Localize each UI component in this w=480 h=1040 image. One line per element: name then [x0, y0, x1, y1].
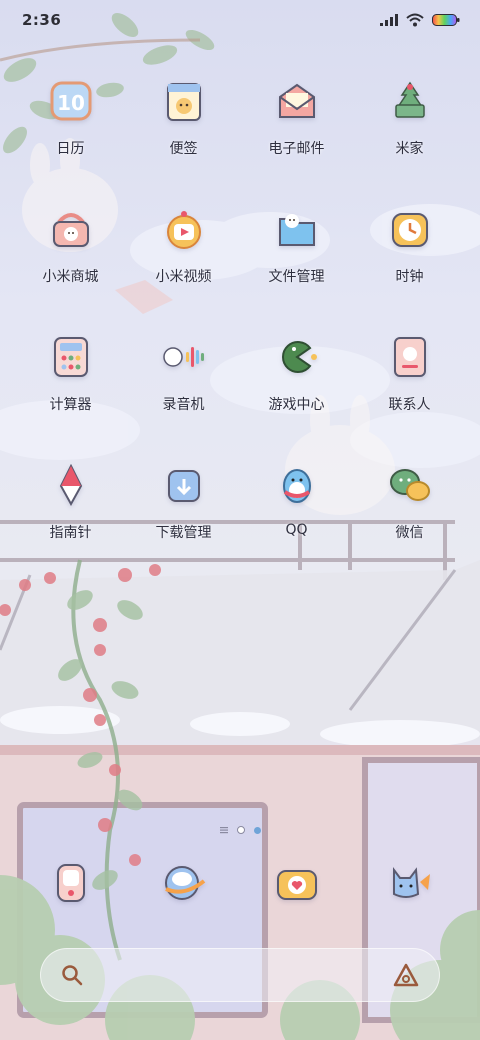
- app-label: 联系人: [388, 397, 431, 413]
- page-indicator[interactable]: [0, 824, 480, 836]
- calendar-day: 10: [57, 91, 85, 115]
- app-calendar[interactable]: 10 日历: [14, 78, 127, 206]
- notes-icon: [161, 78, 207, 124]
- contacts-icon: [387, 334, 433, 380]
- app-grid: 10 日历 便签 电子邮件 米家 小米商城 小米视频 文件管理 时钟 计算器 录…: [14, 78, 466, 590]
- app-label: 录音机: [162, 397, 205, 413]
- app-label: 文件管理: [268, 269, 325, 285]
- app-label: 小米视频: [155, 269, 212, 285]
- wifi-icon: [406, 13, 424, 27]
- calendar-icon: 10: [48, 78, 94, 124]
- app-mi-mall[interactable]: 小米商城: [14, 206, 127, 334]
- app-email[interactable]: 电子邮件: [240, 78, 353, 206]
- mall-basket-icon: [48, 206, 94, 252]
- status-time: 2:36: [22, 11, 62, 29]
- video-icon: [161, 206, 207, 252]
- app-label: 下载管理: [155, 525, 212, 541]
- dock-camera[interactable]: [240, 860, 353, 906]
- app-label: 时钟: [395, 269, 424, 285]
- dock-messages[interactable]: [127, 860, 240, 906]
- wechat-icon: [387, 462, 433, 508]
- status-icons: [380, 13, 460, 27]
- xiaoai-icon[interactable]: [393, 963, 419, 987]
- game-center-icon: [274, 334, 320, 380]
- app-contacts[interactable]: 联系人: [353, 334, 466, 462]
- app-recorder[interactable]: 录音机: [127, 334, 240, 462]
- app-label: 微信: [395, 525, 424, 541]
- mihome-icon: [387, 78, 433, 124]
- app-clock[interactable]: 时钟: [353, 206, 466, 334]
- page-dot-2-active: [253, 826, 261, 834]
- app-compass[interactable]: 指南针: [14, 462, 127, 590]
- app-mi-video[interactable]: 小米视频: [127, 206, 240, 334]
- qq-icon: [274, 462, 320, 508]
- app-label: 电子邮件: [268, 141, 325, 157]
- app-label: 游戏中心: [268, 397, 325, 413]
- app-mihome[interactable]: 米家: [353, 78, 466, 206]
- dock-phone[interactable]: [14, 860, 127, 906]
- app-label: 指南针: [49, 525, 92, 541]
- dock: [14, 860, 466, 906]
- signal-icon: [380, 14, 398, 26]
- page-indicator-menu-icon: [219, 827, 228, 834]
- app-label: 便签: [169, 141, 198, 157]
- app-label: 米家: [395, 141, 424, 157]
- search-bar[interactable]: [40, 948, 440, 1002]
- app-game-center[interactable]: 游戏中心: [240, 334, 353, 462]
- search-icon[interactable]: [61, 964, 83, 986]
- app-label: QQ: [285, 522, 308, 538]
- app-label: 小米商城: [42, 269, 99, 285]
- app-notes[interactable]: 便签: [127, 78, 240, 206]
- clock-icon: [387, 206, 433, 252]
- app-file-manager[interactable]: 文件管理: [240, 206, 353, 334]
- phone-icon: [48, 860, 94, 906]
- app-qq[interactable]: QQ: [240, 462, 353, 590]
- status-bar: 2:36: [0, 0, 480, 40]
- compass-icon: [48, 462, 94, 508]
- app-download-manager[interactable]: 下载管理: [127, 462, 240, 590]
- messages-icon: [161, 860, 207, 906]
- page-dot-1: [236, 826, 245, 834]
- camera-icon: [274, 860, 320, 906]
- battery-icon: [432, 14, 460, 26]
- folder-icon: [274, 206, 320, 252]
- app-label: 计算器: [49, 397, 92, 413]
- app-label: 日历: [56, 141, 85, 157]
- browser-icon: [387, 860, 433, 906]
- app-calculator[interactable]: 计算器: [14, 334, 127, 462]
- recorder-icon: [161, 334, 207, 380]
- calculator-icon: [48, 334, 94, 380]
- app-wechat[interactable]: 微信: [353, 462, 466, 590]
- download-icon: [161, 462, 207, 508]
- email-icon: [274, 78, 320, 124]
- dock-browser[interactable]: [353, 860, 466, 906]
